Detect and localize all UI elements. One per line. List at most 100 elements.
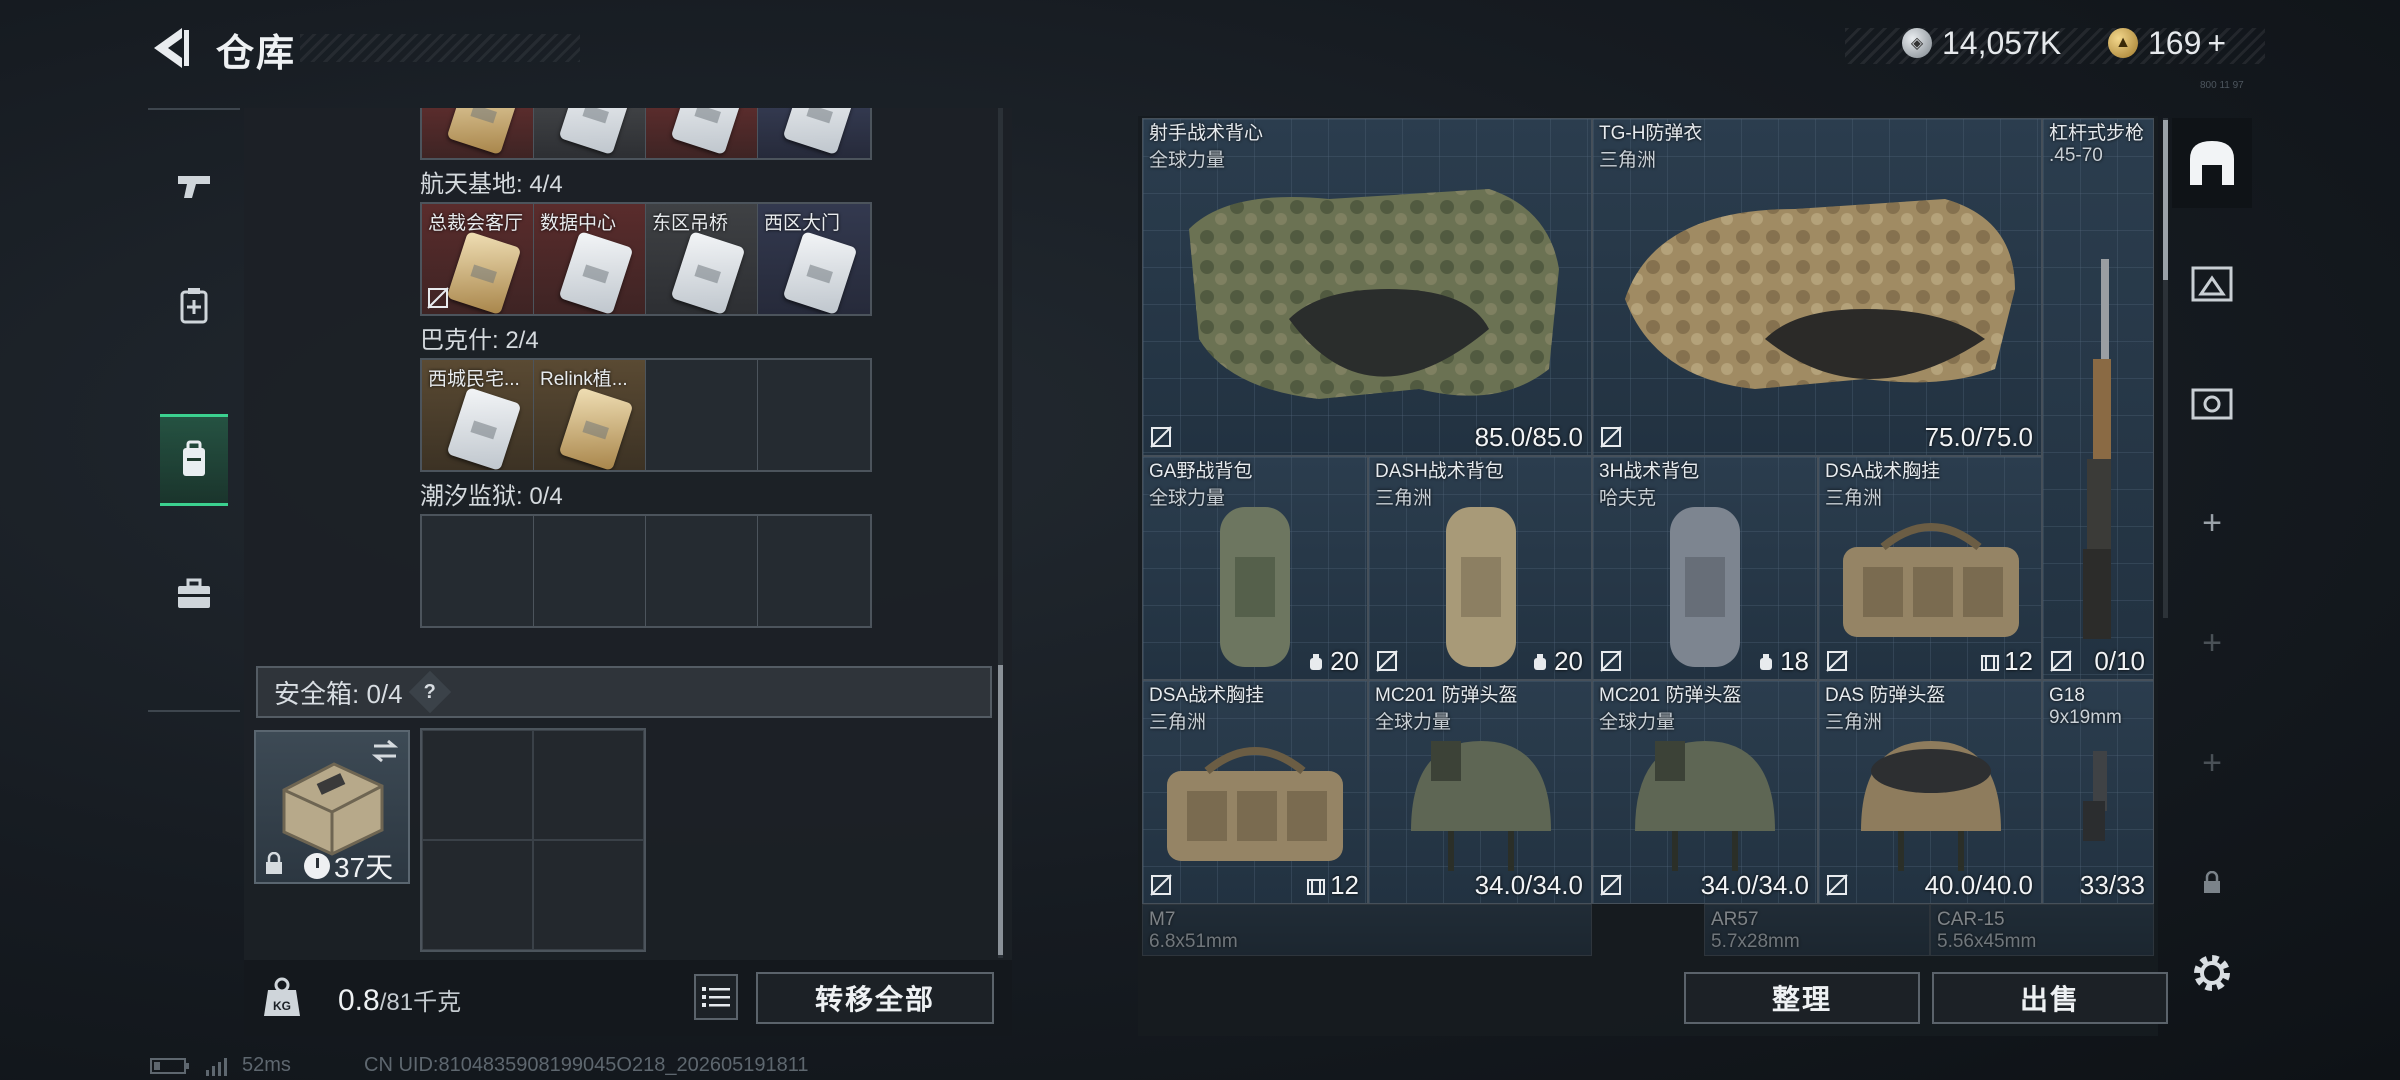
safe-slot[interactable] xyxy=(533,840,644,950)
nav-tools[interactable] xyxy=(160,548,228,640)
inventory-item-helmet[interactable]: MC201 防弹头盔 全球力量 34.0/34.0 xyxy=(1592,680,1818,904)
inventory-item-rifle[interactable]: CAR-15 5.56x45mm xyxy=(1930,904,2154,956)
lock-icon xyxy=(266,852,282,874)
armor-image xyxy=(1625,199,2015,389)
inventory-item-backpack[interactable]: GA野战背包 全球力量 20 xyxy=(1142,456,1368,680)
add-storage-button[interactable]: + xyxy=(2172,598,2252,688)
inventory-item-backpack[interactable]: DASH战术背包 三角洲 20 xyxy=(1368,456,1592,680)
keycard-slot-empty[interactable] xyxy=(422,516,534,626)
keycard-slot[interactable]: Relink植... xyxy=(534,360,646,470)
inventory-item-smg[interactable]: AR57 5.7x28mm xyxy=(1704,904,1930,956)
tab-storage-3[interactable] xyxy=(2172,358,2252,448)
keycard-slot[interactable]: 数据中心 xyxy=(534,204,646,314)
left-category-nav xyxy=(148,108,240,712)
locked-tab xyxy=(2172,838,2252,928)
swap-icon[interactable] xyxy=(370,738,400,764)
keycard-slot-empty[interactable] xyxy=(758,360,870,470)
inventory-item-chest-rig[interactable]: DSA战术胸挂 三角洲 12 xyxy=(1818,456,2042,680)
pistol-image xyxy=(2083,751,2107,841)
plus-icon: + xyxy=(2202,623,2222,662)
keycard-image xyxy=(670,231,746,314)
status-bar: 52ms xyxy=(150,1054,291,1077)
backpack-image xyxy=(1446,507,1516,667)
keycard-image xyxy=(446,387,522,470)
no-drop-icon xyxy=(1376,650,1398,672)
nav-equipment[interactable] xyxy=(160,414,228,506)
keycard-slot[interactable]: 总裁会客厅 xyxy=(422,204,534,314)
no-drop-icon xyxy=(1600,426,1622,448)
chest-rig-image xyxy=(1167,747,1343,861)
sort-button[interactable]: 整理 xyxy=(1684,972,1920,1024)
gold-coin-icon: ▲ xyxy=(2108,28,2138,58)
add-storage-button[interactable]: + xyxy=(2172,478,2252,568)
medkit-icon xyxy=(180,288,208,324)
keycard-slot[interactable] xyxy=(534,108,646,158)
add-gold-icon[interactable]: + xyxy=(2207,25,2226,62)
keycard-image xyxy=(558,231,634,314)
settings-button[interactable] xyxy=(2172,928,2252,1018)
inventory-item-lever-rifle[interactable]: 杠杆式步枪 .45-70 0/10 xyxy=(2042,118,2154,680)
inventory-item-vest[interactable]: 射手战术背心 全球力量 85.0/85.0 xyxy=(1142,118,1592,456)
keycard-row-partial xyxy=(420,108,872,160)
svg-text:KG: KG xyxy=(273,999,291,1013)
inventory-item-chest-rig[interactable]: DSA战术胸挂 三角洲 12 xyxy=(1142,680,1368,904)
keycard-row: 总裁会客厅 数据中心 东区吊桥 西区大门 xyxy=(420,202,872,316)
keycard-slot[interactable] xyxy=(758,108,870,158)
keycard-slot[interactable]: 东区吊桥 xyxy=(646,204,758,314)
list-view-button[interactable] xyxy=(694,974,738,1020)
keycard-slot-empty[interactable] xyxy=(646,516,758,626)
silver-coin-icon: ◈ xyxy=(1902,28,1932,58)
clock-icon xyxy=(304,853,330,879)
no-drop-icon xyxy=(1600,874,1622,896)
inventory-item-armor[interactable]: TG-H防弹衣 三角洲 75.0/75.0 xyxy=(1592,118,2042,456)
keycard-slot-empty[interactable] xyxy=(758,516,870,626)
safe-box-header: 安全箱: 0/4 ? xyxy=(256,666,992,718)
keycard-slot-empty[interactable] xyxy=(534,516,646,626)
keycard-row: 西城民宅... Relink植... xyxy=(420,358,872,472)
keycard-slot[interactable] xyxy=(646,108,758,158)
no-drop-icon xyxy=(1826,874,1848,896)
backpack-image xyxy=(1220,507,1290,667)
no-drop-icon xyxy=(427,287,449,309)
capacity-icon xyxy=(1534,653,1547,670)
tab-storage-main[interactable] xyxy=(2172,118,2252,208)
safe-slot[interactable] xyxy=(422,730,533,840)
back-arrow-icon[interactable] xyxy=(148,24,192,72)
safe-slot[interactable] xyxy=(533,730,644,840)
keycard-slot[interactable]: 西城民宅... xyxy=(422,360,534,470)
silver-amount: 14,057K xyxy=(1942,24,2062,61)
list-icon xyxy=(702,987,730,1007)
inventory-item-helmet[interactable]: DAS 防弹头盔 三角洲 40.0/40.0 xyxy=(1818,680,2042,904)
capacity-icon xyxy=(1760,653,1773,670)
safe-box-grid[interactable] xyxy=(420,728,646,952)
keycard-slot-empty[interactable] xyxy=(646,360,758,470)
inventory-item-rifle[interactable]: M7 6.8x51mm xyxy=(1142,904,1592,956)
storage-tabs: + + + xyxy=(2172,108,2252,991)
inventory-item-helmet[interactable]: MC201 防弹头盔 全球力量 34.0/34.0 xyxy=(1368,680,1592,904)
nav-weapons[interactable] xyxy=(160,140,228,232)
help-icon[interactable]: ? xyxy=(408,670,451,714)
capacity-icon xyxy=(1310,653,1323,670)
add-storage-button[interactable]: + xyxy=(2172,718,2252,808)
tab-storage-2[interactable] xyxy=(2172,238,2252,328)
silver-currency: ◈ 14,057K xyxy=(1902,22,2061,64)
nav-medical[interactable] xyxy=(160,260,228,352)
keycard-slot[interactable] xyxy=(422,108,534,158)
transfer-all-button[interactable]: 转移全部 xyxy=(756,972,994,1024)
safe-slot[interactable] xyxy=(422,840,533,950)
group-label: 潮汐监狱: 0/4 xyxy=(420,483,563,510)
chest-rig-image xyxy=(1843,523,2019,637)
ping-text: 52ms xyxy=(242,1054,291,1076)
group-label: 航天基地: 4/4 xyxy=(420,171,563,198)
uid-text: CN UID:8104835908199045O218_202605191811 xyxy=(364,1054,809,1076)
right-scroll-thumb[interactable] xyxy=(2163,120,2168,280)
left-scroll-thumb[interactable] xyxy=(998,665,1003,955)
inventory-item-pistol[interactable]: G18 9x19mm 33/33 xyxy=(2042,680,2154,904)
slots-icon xyxy=(1307,878,1326,895)
storage-icon xyxy=(2190,141,2234,185)
crate-icon xyxy=(2191,266,2233,302)
keycard-slot[interactable]: 西区大门 xyxy=(758,204,870,314)
gold-currency[interactable]: ▲ 169 + xyxy=(2108,22,2226,64)
inventory-item-backpack[interactable]: 3H战术背包 哈夫克 18 xyxy=(1592,456,1818,680)
sell-button[interactable]: 出售 xyxy=(1932,972,2168,1024)
